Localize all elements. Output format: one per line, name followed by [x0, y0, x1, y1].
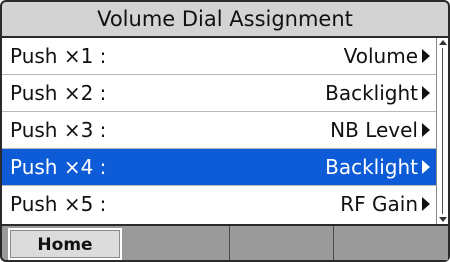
volume-dial-assignment-screen: Volume Dial Assignment Push ×1 : Volume …	[0, 0, 450, 262]
softkey-bar: Home	[0, 224, 450, 262]
scroll-up-arrow-icon	[439, 40, 447, 45]
softkey-3[interactable]	[230, 226, 334, 260]
assignment-list: Push ×1 : Volume Push ×2 : Backlight Pus…	[0, 38, 450, 226]
row-value-container: Volume	[344, 38, 430, 74]
assignment-row-push-3[interactable]: Push ×3 : NB Level	[2, 112, 436, 148]
right-triangle-icon	[422, 86, 430, 100]
right-triangle-icon	[422, 123, 430, 137]
row-label: Push ×5 :	[10, 192, 107, 216]
softkey-label: Home	[37, 235, 93, 255]
softkey-home[interactable]: Home	[8, 228, 122, 260]
row-value: Backlight	[325, 81, 418, 105]
row-label: Push ×4 :	[10, 155, 107, 179]
right-triangle-icon	[422, 49, 430, 63]
row-label: Push ×3 :	[10, 118, 107, 142]
scroll-track	[442, 48, 443, 214]
row-value-container: Backlight	[325, 75, 430, 111]
softkey-2[interactable]	[126, 226, 230, 260]
assignment-row-push-1[interactable]: Push ×1 : Volume	[2, 38, 436, 74]
row-value-container: RF Gain	[340, 186, 430, 222]
assignment-row-push-4[interactable]: Push ×4 : Backlight	[2, 149, 436, 185]
list-scrollbar[interactable]	[436, 38, 448, 224]
row-value-container: Backlight	[325, 149, 430, 185]
row-value: RF Gain	[340, 192, 418, 216]
row-value: Volume	[343, 44, 418, 68]
row-label: Push ×1 :	[10, 44, 107, 68]
assignment-row-push-5[interactable]: Push ×5 : RF Gain	[2, 186, 436, 222]
row-label: Push ×2 :	[10, 81, 107, 105]
right-triangle-icon	[422, 160, 430, 174]
right-triangle-icon	[422, 197, 430, 211]
scroll-down-arrow-icon	[439, 217, 447, 222]
row-value-container: NB Level	[330, 112, 430, 148]
row-value: Backlight	[325, 155, 418, 179]
screen-title: Volume Dial Assignment	[0, 0, 450, 38]
assignment-row-push-2[interactable]: Push ×2 : Backlight	[2, 75, 436, 111]
row-value: NB Level	[330, 118, 418, 142]
softkey-4[interactable]	[334, 226, 448, 260]
